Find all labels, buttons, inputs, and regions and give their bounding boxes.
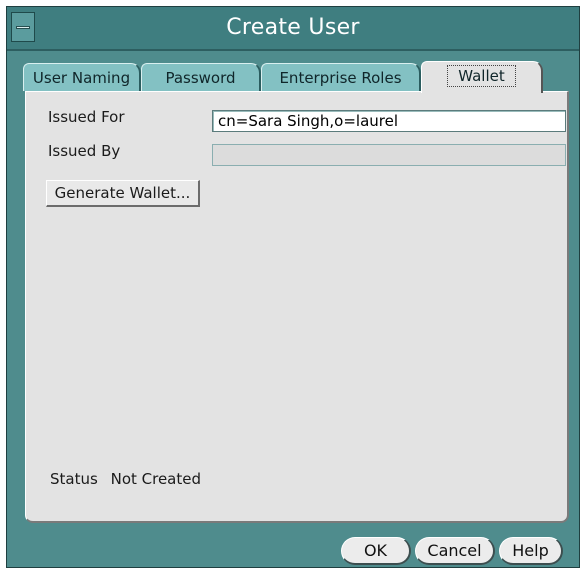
generate-wallet-button[interactable]: Generate Wallet... — [46, 180, 200, 207]
status-row: Status Not Created — [50, 470, 209, 488]
ok-button[interactable]: OK — [341, 537, 411, 565]
create-user-window: Create User User Naming Password Enterpr… — [6, 6, 580, 568]
tab-password[interactable]: Password — [141, 63, 261, 91]
tab-user-naming[interactable]: User Naming — [23, 63, 141, 91]
tab-wallet[interactable]: Wallet — [421, 61, 543, 93]
status-label: Status — [50, 470, 98, 488]
help-button[interactable]: Help — [499, 537, 563, 565]
cancel-button[interactable]: Cancel — [415, 537, 495, 565]
tab-wallet-label: Wallet — [447, 65, 516, 87]
tab-strip: User Naming Password Enterprise Roles Wa… — [23, 61, 563, 93]
window-title: Create User — [226, 15, 360, 40]
issued-for-label: Issued For — [48, 108, 125, 126]
wallet-panel: Issued For Issued By Generate Wallet... … — [25, 91, 569, 523]
issued-by-input[interactable] — [212, 144, 566, 166]
issued-by-label: Issued By — [48, 142, 121, 160]
tab-enterprise-roles[interactable]: Enterprise Roles — [261, 63, 421, 91]
issued-for-input[interactable] — [212, 110, 566, 132]
dialog-buttons: OK Cancel Help — [7, 527, 579, 567]
title-bar[interactable]: Create User — [7, 7, 579, 51]
status-value: Not Created — [110, 470, 202, 488]
